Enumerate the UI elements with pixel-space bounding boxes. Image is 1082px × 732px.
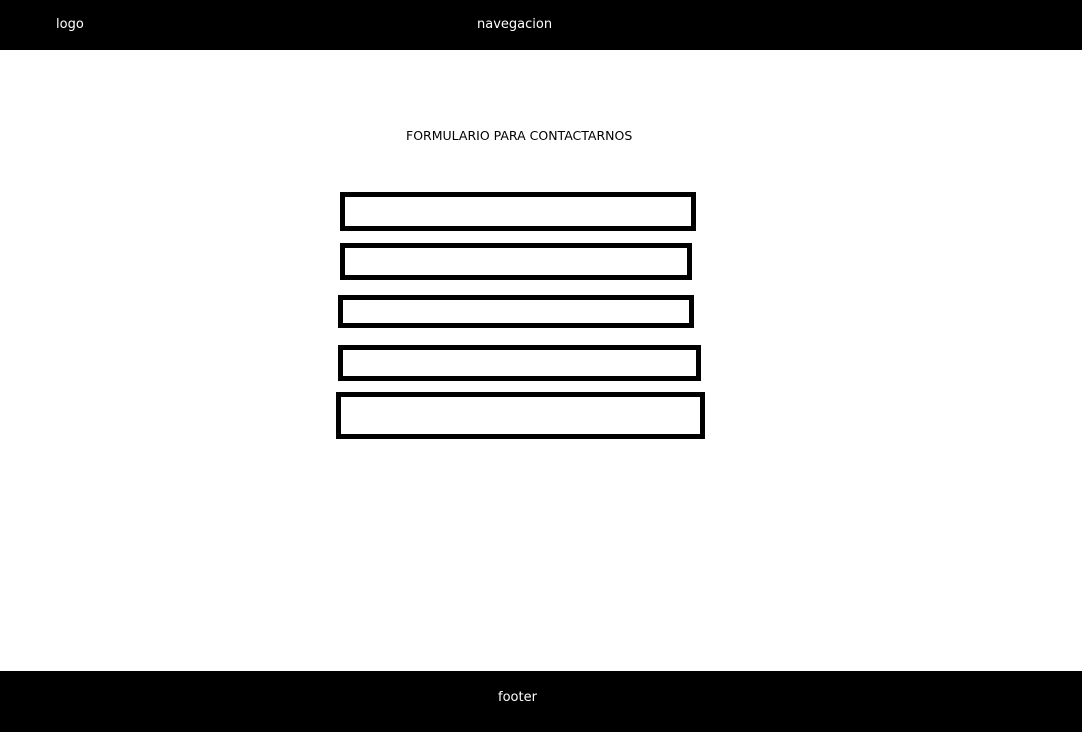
footer-text: footer bbox=[498, 690, 537, 705]
form-field-1[interactable] bbox=[340, 192, 696, 231]
logo[interactable]: logo bbox=[56, 16, 84, 34]
footer-bar: footer bbox=[0, 671, 1082, 732]
form-field-4[interactable] bbox=[338, 345, 701, 381]
form-field-5[interactable] bbox=[336, 392, 705, 439]
form-title: FORMULARIO PARA CONTACTARNOS bbox=[406, 128, 633, 143]
page: logo navegacion FORMULARIO PARA CONTACTA… bbox=[0, 0, 1082, 732]
navigation[interactable]: navegacion bbox=[477, 16, 552, 34]
header-bar: logo navegacion bbox=[0, 0, 1082, 50]
form-field-2[interactable] bbox=[340, 243, 692, 280]
form-field-3[interactable] bbox=[338, 295, 694, 328]
